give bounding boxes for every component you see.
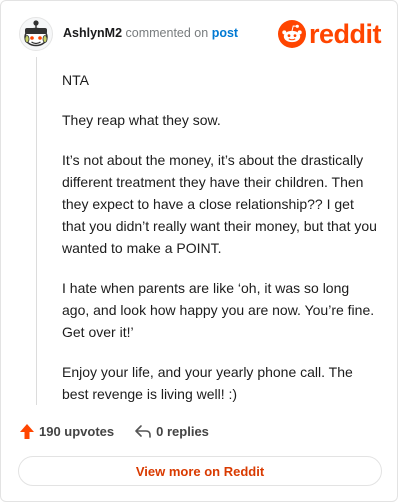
- upvote-arrow-icon: [20, 423, 34, 439]
- comment-paragraph: I hate when parents are like ‘oh, it was…: [62, 280, 375, 340]
- user-avatar[interactable]: [19, 17, 53, 51]
- reddit-snoo-icon: [277, 20, 306, 48]
- comment-byline: AshlynM2 commented on post: [63, 26, 238, 40]
- upvote-count: 190 upvotes: [39, 423, 115, 439]
- comment-paragraph: It’s not about the money, it’s about the…: [62, 152, 377, 256]
- comment-embed-card: AshlynM2 commented on post reddit NTA Th…: [0, 0, 398, 502]
- view-more-on-reddit-button[interactable]: View more on Reddit: [18, 456, 382, 486]
- reddit-wordmark: reddit: [308, 18, 382, 49]
- reply-count: 0 replies: [156, 423, 209, 439]
- upvote-button[interactable]: 190 upvotes: [19, 423, 114, 440]
- username-link[interactable]: AshlynM2: [63, 26, 122, 40]
- comment-actions: 190 upvotes 0 replies: [19, 420, 209, 442]
- comment-paragraph: Enjoy your life, and your yearly phone c…: [62, 364, 353, 402]
- comment-header: AshlynM2 commented on post reddit: [19, 17, 382, 51]
- commented-on-text: commented on: [125, 26, 209, 40]
- reddit-logo[interactable]: reddit: [277, 17, 382, 51]
- comment-paragraph: NTA: [62, 72, 89, 88]
- comment-paragraph: They reap what they sow.: [62, 112, 221, 128]
- replies-button[interactable]: 0 replies: [134, 423, 209, 439]
- thread-line: [36, 57, 37, 405]
- reply-arrow-icon: [135, 425, 151, 438]
- comment-body: NTA They reap what they sow. It’s not ab…: [62, 69, 380, 423]
- post-link[interactable]: post: [212, 26, 238, 40]
